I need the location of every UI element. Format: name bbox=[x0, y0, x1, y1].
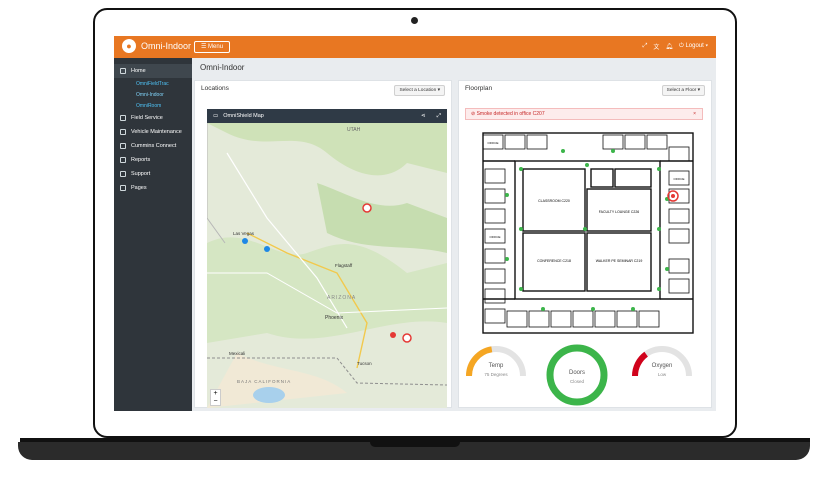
sidebar-item-label: Field Service bbox=[131, 115, 163, 121]
top-right-actions: ⤢ 文 🔔︎ ⏻ Logout ▾ bbox=[643, 42, 708, 51]
floorplan-title: Floorplan bbox=[465, 85, 493, 92]
laptop-notch bbox=[370, 442, 460, 447]
language-icon[interactable]: 文 bbox=[653, 42, 659, 51]
expand-icon[interactable]: ⤢ bbox=[643, 43, 648, 50]
sidebar-subitem-omnifieldtrac[interactable]: OmniFieldTrac bbox=[114, 78, 192, 89]
sidebar-item-vehicle-maintenance[interactable]: Vehicle Maintenance bbox=[114, 125, 192, 139]
map-label-flagstaff: Flagstaff bbox=[335, 263, 353, 268]
sidebar-item-support[interactable]: Support bbox=[114, 167, 192, 181]
sidebar-item-field-service[interactable]: Field Service bbox=[114, 111, 192, 125]
menu-button[interactable]: ☰ Menu bbox=[194, 41, 231, 53]
field-service-icon bbox=[120, 115, 126, 121]
notification-icon[interactable]: 🔔︎ bbox=[665, 43, 673, 50]
map-label-utah: UTAH bbox=[347, 127, 361, 133]
brand[interactable]: ● Omni-Indoor bbox=[122, 39, 191, 53]
floor-select[interactable]: Select a Floor ▾ bbox=[661, 85, 705, 96]
map-label-baja: BAJA CALIFORNIA bbox=[237, 379, 292, 384]
sidebar-item-label: Pages bbox=[131, 185, 147, 191]
zoom-controls[interactable]: + − bbox=[210, 389, 221, 406]
sidebar-item-label: Vehicle Maintenance bbox=[131, 129, 182, 135]
room-faculty-lounge: FACULTY LOUNGE C226 bbox=[599, 210, 640, 214]
close-icon[interactable]: × bbox=[693, 109, 696, 120]
sidebar-item-label: Home bbox=[131, 68, 146, 74]
room-office: OFFICE bbox=[674, 177, 685, 181]
alert-message: Smoke detected in office C207 bbox=[476, 111, 545, 117]
map-marker-alert[interactable] bbox=[402, 333, 412, 343]
camera-icon bbox=[411, 17, 418, 24]
map-label-las-vegas: Las Vegas bbox=[233, 231, 255, 236]
page-title: Omni-Indoor bbox=[200, 63, 245, 72]
sidebar-item-reports[interactable]: Reports bbox=[114, 153, 192, 167]
oxygen-gauge-value: Low bbox=[657, 372, 667, 377]
map-marker-location[interactable] bbox=[264, 246, 270, 252]
temp-gauge-value: 75 Degrees bbox=[484, 372, 508, 377]
floorplan-drawing: CLASSROOM C220 FACULTY LOUNGE C226 CONFE… bbox=[482, 132, 694, 334]
reports-icon bbox=[120, 157, 126, 163]
map-marker-alert[interactable] bbox=[362, 203, 372, 213]
map-canvas bbox=[207, 123, 447, 408]
home-icon bbox=[120, 68, 126, 74]
logout-label: Logout bbox=[685, 43, 704, 49]
sidebar-subitem-omniroom[interactable]: OmniRoom bbox=[114, 100, 192, 111]
fullscreen-icon[interactable]: ⤢ bbox=[437, 113, 441, 120]
map-header: ▭ OmniShield Map ⋖ ⤢ bbox=[207, 109, 447, 123]
floorplan-panel: Floorplan Select a Floor ▾ ⊘ Smoke detec… bbox=[458, 80, 712, 408]
map-view[interactable]: UTAH Las Vegas Flagstaff ARIZONA Phoenix… bbox=[207, 123, 447, 408]
map-title: OmniShield Map bbox=[223, 113, 264, 119]
room-office: OFFICE bbox=[490, 235, 501, 239]
room-classroom: CLASSROOM C220 bbox=[538, 199, 570, 203]
logo-icon: ● bbox=[122, 39, 136, 53]
map-label-phoenix: Phoenix bbox=[325, 315, 344, 321]
room-office: OFFICE bbox=[488, 141, 499, 145]
doors-gauge-value: Closed bbox=[569, 379, 584, 384]
locations-title: Locations bbox=[201, 85, 229, 92]
connect-icon bbox=[120, 143, 126, 149]
support-icon bbox=[120, 171, 126, 177]
room-seminar: WALKER PE SEMINAR C219 bbox=[596, 259, 643, 263]
map-label-mexicali: Mexicali bbox=[229, 351, 246, 356]
pages-icon bbox=[120, 185, 126, 191]
smoke-alert: ⊘ Smoke detected in office C207 × bbox=[465, 108, 703, 120]
map-marker-alert[interactable] bbox=[390, 332, 396, 338]
share-icon[interactable]: ⋖ bbox=[421, 113, 426, 119]
temp-gauge-label: Temp bbox=[488, 363, 504, 369]
location-select[interactable]: Select a Location ▾ bbox=[394, 85, 445, 96]
sidebar-subitem-omni-indoor[interactable]: Omni-Indoor bbox=[114, 89, 192, 100]
map-label-arizona: ARIZONA bbox=[327, 295, 357, 301]
oxygen-gauge-label: Oxygen bbox=[651, 363, 673, 369]
logout-button[interactable]: ⏻ Logout ▾ bbox=[679, 43, 708, 50]
sidebar-item-cummins-connect[interactable]: Cummins Connect bbox=[114, 139, 192, 153]
brand-name: Omni-Indoor bbox=[141, 41, 192, 51]
vehicle-icon bbox=[120, 129, 126, 135]
map-label-tucson: Tucson bbox=[357, 361, 372, 366]
top-bar: ● Omni-Indoor ☰ Menu ⤢ 文 🔔︎ ⏻ Logout ▾ bbox=[114, 36, 716, 58]
sidebar-item-label: Cummins Connect bbox=[131, 143, 177, 149]
sidebar-toggle-icon[interactable]: ▭ bbox=[213, 113, 218, 119]
sidebar-item-home[interactable]: Home bbox=[114, 64, 192, 78]
sidebar: Home OmniFieldTrac Omni-Indoor OmniRoom … bbox=[114, 58, 192, 411]
sidebar-item-label: Reports bbox=[131, 157, 151, 163]
doors-gauge-label: Doors bbox=[568, 370, 585, 376]
map-marker-location[interactable] bbox=[242, 238, 248, 244]
locations-panel: Locations Select a Location ▾ ▭ OmniShie… bbox=[194, 80, 452, 408]
room-conference: CONFERENCE C218 bbox=[537, 259, 571, 263]
sidebar-item-label: Support bbox=[131, 171, 151, 177]
sidebar-item-pages[interactable]: Pages bbox=[114, 181, 192, 195]
main-content: Omni-Indoor Locations Select a Location … bbox=[192, 58, 716, 411]
screen: ● Omni-Indoor ☰ Menu ⤢ 文 🔔︎ ⏻ Logout ▾ H… bbox=[114, 36, 716, 411]
